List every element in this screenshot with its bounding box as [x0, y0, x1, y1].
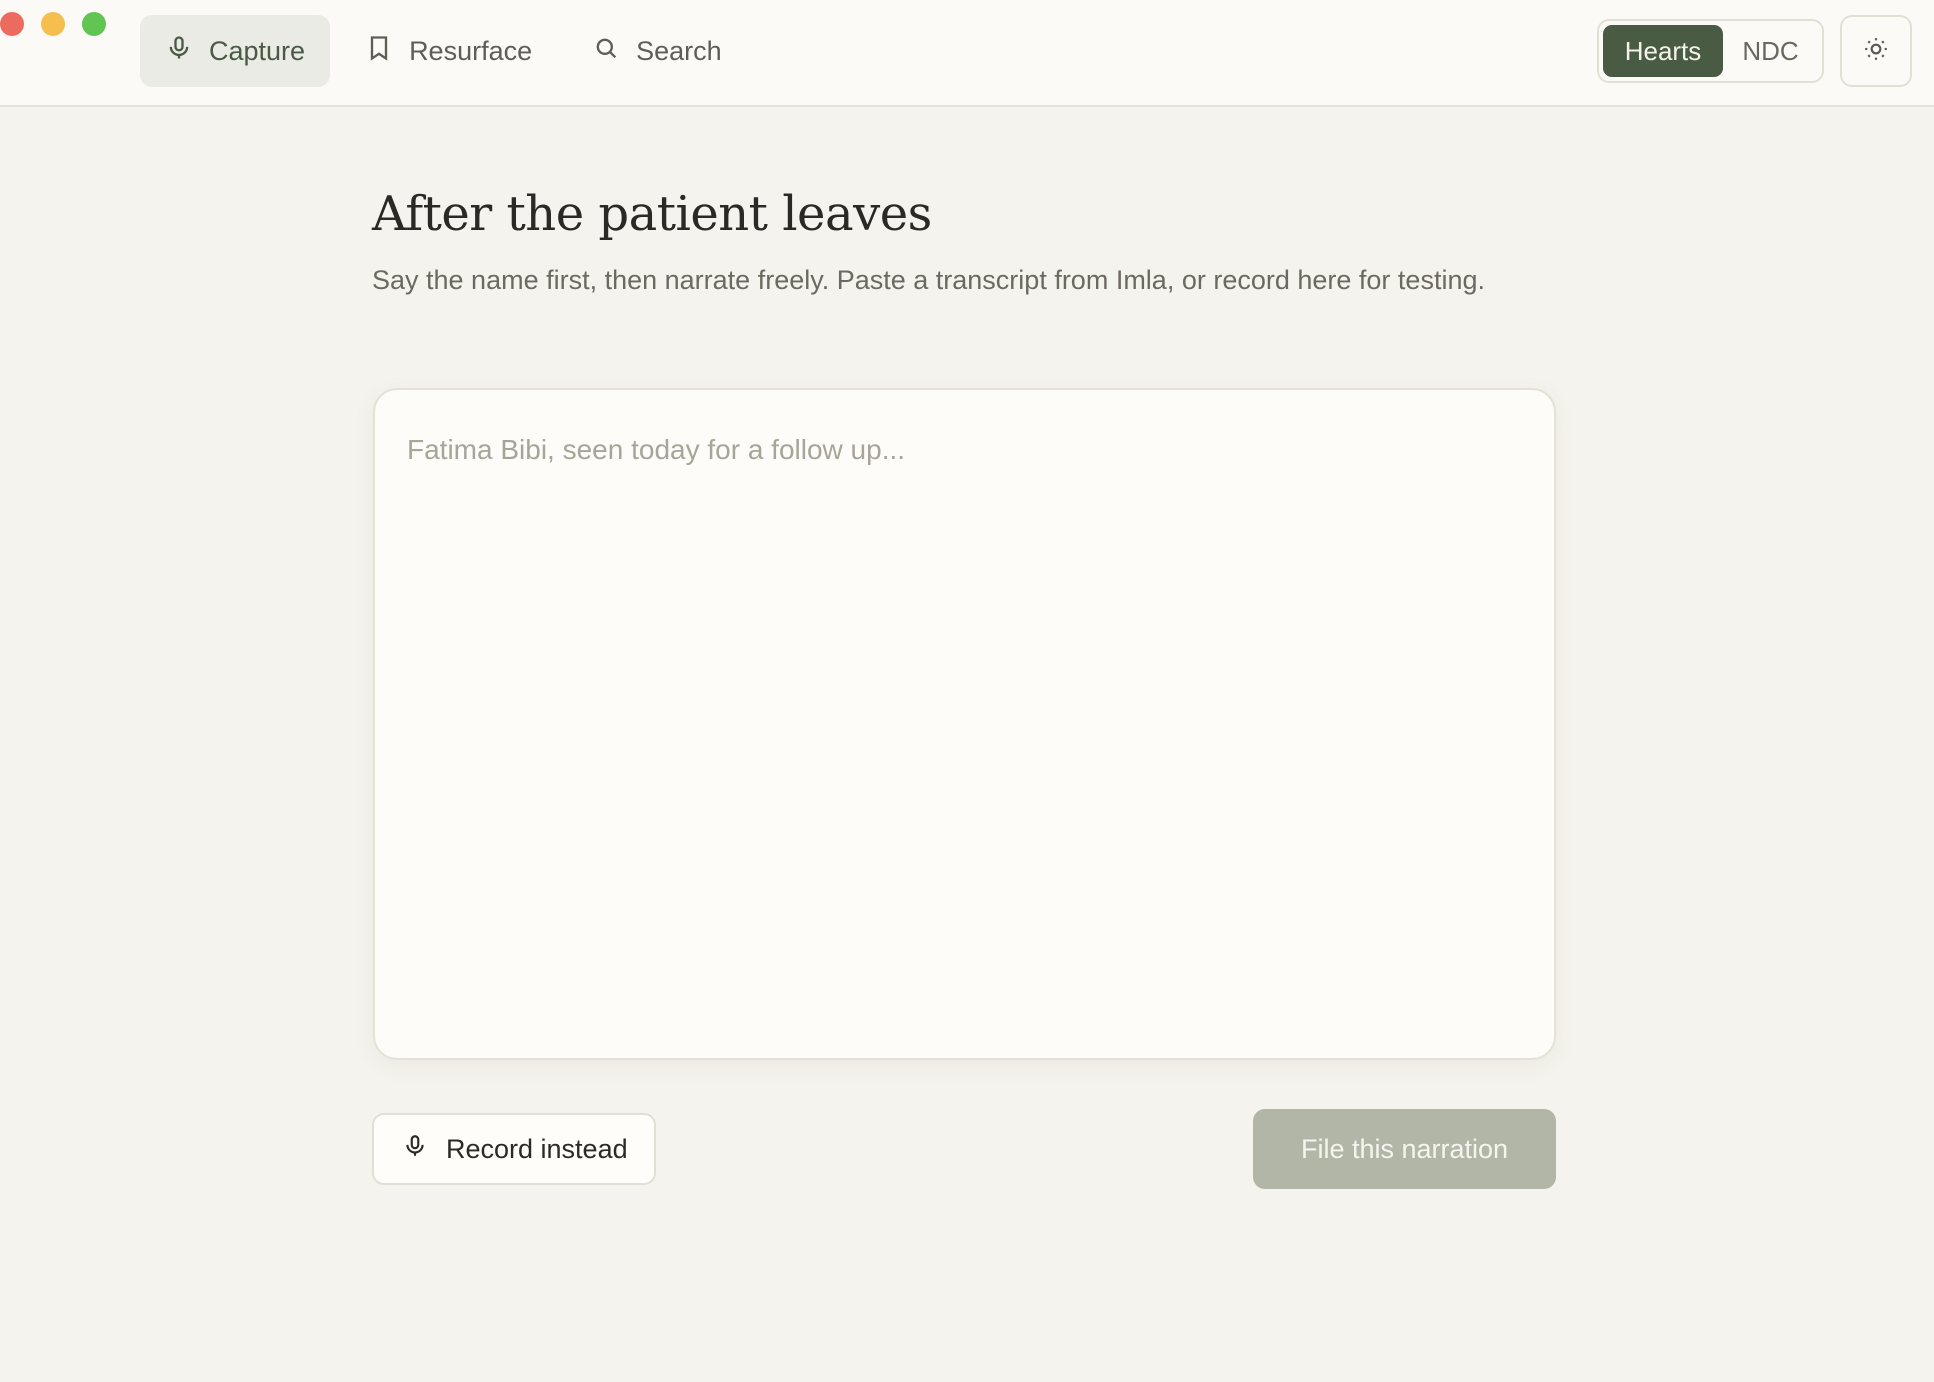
record-instead-label: Record instead [446, 1133, 628, 1164]
workspace-option-hearts[interactable]: Hearts [1603, 25, 1723, 77]
theme-toggle-button[interactable] [1840, 15, 1912, 87]
workspace-option-ndc[interactable]: NDC [1723, 25, 1818, 77]
nav-capture-label: Capture [209, 35, 306, 66]
page-subtitle: Say the name first, then narrate freely.… [372, 265, 1485, 295]
workspace-toggle: Hearts NDC [1597, 19, 1824, 83]
file-narration-button[interactable]: File this narration [1253, 1109, 1556, 1189]
nav-search-label: Search [636, 35, 722, 66]
nav-resurface[interactable]: Resurface [340, 15, 557, 87]
microphone-icon [165, 34, 193, 69]
nav-capture[interactable]: Capture [140, 15, 331, 87]
nav-resurface-label: Resurface [409, 35, 533, 66]
zoom-window-button[interactable] [82, 12, 106, 36]
minimize-window-button[interactable] [41, 12, 65, 36]
microphone-icon [402, 1133, 428, 1166]
sun-icon [1863, 36, 1889, 67]
main-nav: Capture Resurface Search [140, 15, 747, 87]
bookmark-icon [365, 34, 393, 69]
nav-search[interactable]: Search [567, 15, 747, 87]
close-window-button[interactable] [0, 12, 24, 36]
narration-input[interactable] [373, 388, 1556, 1060]
record-instead-button[interactable]: Record instead [372, 1113, 656, 1185]
page-title: After the patient leaves [372, 186, 932, 242]
top-bar: Capture Resurface Search Hearts NDC [0, 0, 1934, 107]
window-controls [0, 12, 106, 36]
search-icon [592, 34, 620, 69]
